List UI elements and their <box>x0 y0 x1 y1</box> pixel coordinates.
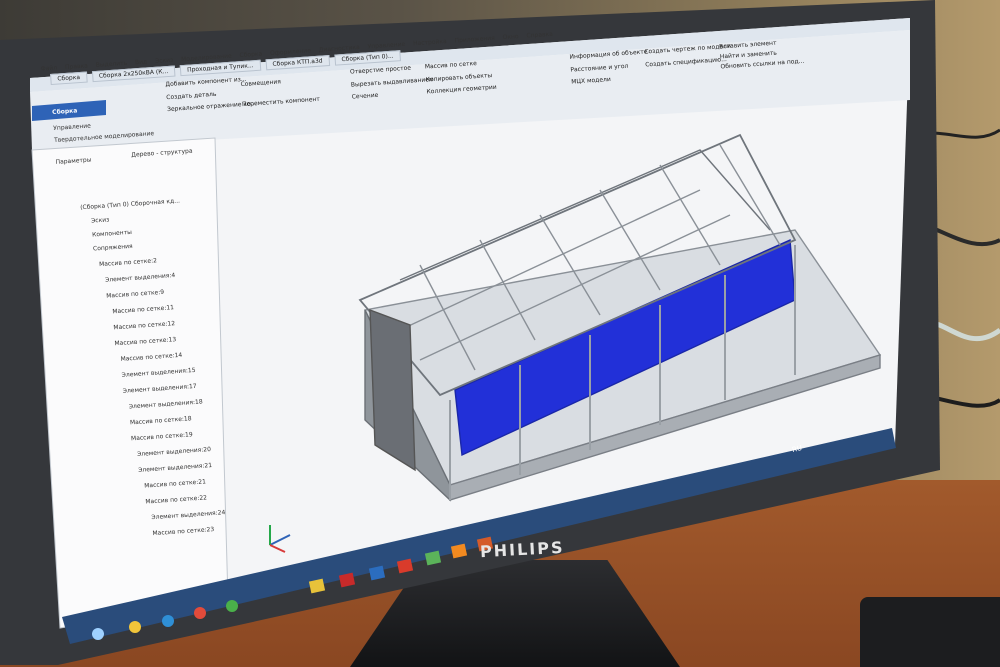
menu-item[interactable]: Файл <box>40 65 57 73</box>
monitor <box>0 0 940 665</box>
menu-item[interactable]: Эскиз <box>155 57 174 65</box>
menu-item[interactable]: Вид <box>135 58 148 66</box>
tree-item[interactable]: Эскиз <box>91 216 110 224</box>
menu-item[interactable]: Окно <box>502 33 518 41</box>
